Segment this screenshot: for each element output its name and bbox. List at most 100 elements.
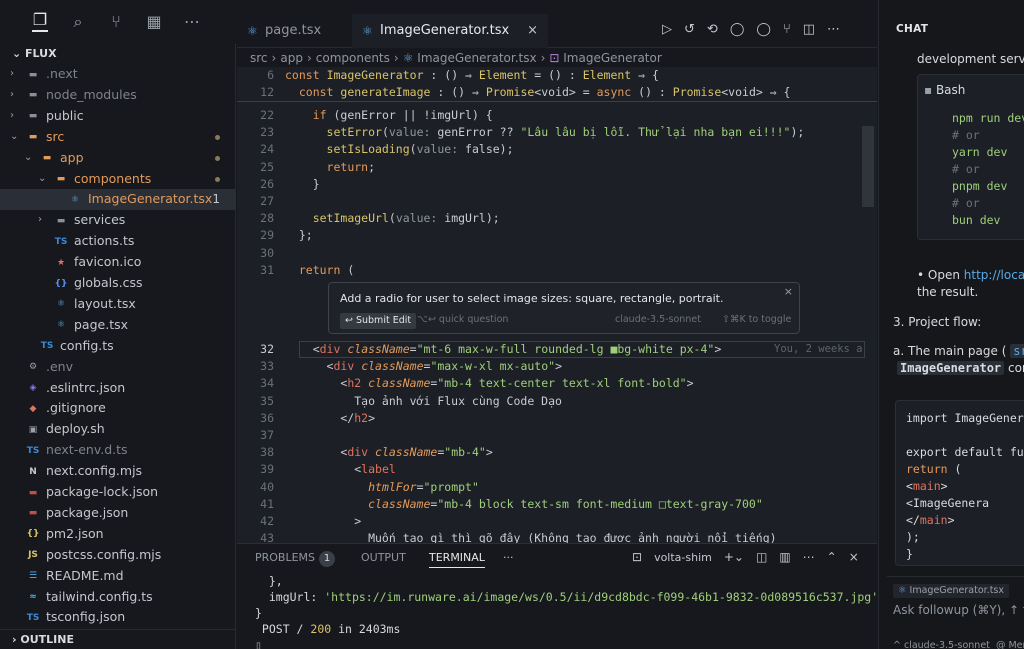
back-icon[interactable]: ⟲ (707, 22, 718, 37)
trash-icon[interactable]: ▥ (779, 550, 790, 564)
tree-item-label: next-env.d.ts (46, 442, 128, 458)
line-number: 41 (260, 496, 274, 511)
chat-heading: 3. Project flow: (893, 315, 982, 329)
explorer-root[interactable]: ⌄ FLUX (0, 44, 235, 64)
tree-item-label: tailwind.config.ts (46, 588, 153, 604)
code-line: setIsLoading(value: false); (326, 142, 514, 157)
more-icon[interactable]: ⋯ (803, 550, 815, 564)
tree-item-label: deploy.sh (46, 421, 105, 437)
terminal-icon: ⊡ (632, 550, 643, 564)
tree-item[interactable]: ⚙ .env (0, 357, 236, 378)
folder-icon: ▬ (28, 90, 38, 101)
breadcrumb-file[interactable]: ImageGenerator.tsx (417, 51, 536, 65)
tree-item[interactable]: ⌄ ▬ src (0, 127, 236, 148)
bash-line: # or (952, 128, 980, 142)
tree-item[interactable]: {} globals.css (0, 273, 236, 294)
bash-line: # or (952, 196, 980, 210)
close-tab-icon[interactable]: × (527, 14, 538, 48)
tree-item[interactable]: › ▬ node_modules (0, 85, 236, 106)
forward-icon[interactable]: ◯ (730, 22, 745, 37)
tree-item-label: page.tsx (74, 316, 129, 332)
panel-more-icon[interactable]: ··· (503, 551, 514, 564)
localhost-link[interactable]: http://loca (964, 268, 1024, 282)
code-line: setError(value: genError ?? "Lâu lâu bị … (326, 125, 805, 140)
tree-item[interactable]: ◈ .eslintrc.json (0, 378, 236, 399)
tab-output[interactable]: OUTPUT (361, 551, 406, 564)
outline-section[interactable]: › OUTLINE (0, 629, 236, 649)
tab-problems[interactable]: PROBLEMS 1 (255, 551, 336, 567)
compare-icon[interactable]: ◯ (756, 22, 771, 37)
breadcrumb-symbol[interactable]: ImageGenerator (563, 51, 662, 65)
source-control-icon[interactable]: ⑂ (108, 14, 124, 30)
tree-item[interactable]: ≈ tailwind.config.ts (0, 587, 236, 608)
breadcrumb-app[interactable]: app (280, 51, 303, 65)
split-editor-icon[interactable]: ◫ (803, 22, 815, 37)
line-number: 30 (260, 245, 274, 260)
tree-item[interactable]: ◆ .gitignore (0, 398, 236, 419)
tree-item[interactable]: ⚛ ImageGenerator.tsx 1 (0, 189, 236, 211)
tree-item[interactable]: › ▬ public (0, 106, 236, 127)
tree-item[interactable]: ▣ deploy.sh (0, 419, 236, 440)
files-icon[interactable]: ❐ (32, 12, 48, 32)
terminal-shell-name[interactable]: volta-shim (654, 551, 712, 564)
tree-item[interactable]: TS tsconfig.json (0, 607, 236, 628)
tree-item[interactable]: TS next-env.d.ts (0, 440, 236, 461)
bottom-panel: PROBLEMS 1 OUTPUT TERMINAL ··· ⊡ volta-sh… (237, 543, 878, 649)
close-prompt-icon[interactable]: × (784, 285, 793, 298)
tree-item[interactable]: {} pm2.json (0, 524, 236, 545)
tab-terminal[interactable]: TERMINAL (429, 551, 485, 568)
tree-item[interactable]: TS actions.ts (0, 231, 236, 252)
tree-item[interactable]: › ▬ services (0, 210, 236, 231)
tree-item[interactable]: Nnext.config.mjs (0, 461, 236, 482)
sticky-code-line: const ImageGenerator : () ⇒ Element = ()… (285, 68, 659, 82)
code-line: className="mb-4 block text-sm font-mediu… (368, 496, 763, 511)
breadcrumb-components[interactable]: components (316, 51, 390, 65)
editor-scrollbar[interactable] (862, 126, 874, 207)
extensions-icon[interactable]: ▦ (146, 14, 162, 30)
split-terminal-icon[interactable]: ◫ (756, 550, 767, 564)
tree-item[interactable]: JS postcss.config.mjs (0, 545, 236, 566)
tree-item[interactable]: ⚛ page.tsx (0, 315, 236, 336)
tw-file-icon: ≈ (29, 592, 37, 602)
code-line: <div className="mt-6 max-w-full rounded-… (285, 342, 722, 356)
code-block-line: ); (906, 530, 920, 544)
more-icon[interactable]: ⋯ (184, 14, 200, 30)
tree-item[interactable]: ★ favicon.ico (0, 252, 236, 273)
npm-file-icon: ▬ (28, 487, 38, 498)
tree-item[interactable]: › ▬ .next (0, 64, 236, 85)
line-number: 38 (260, 445, 274, 460)
branch-icon[interactable]: ⑂ (783, 22, 791, 37)
search-icon[interactable]: ⌕ (70, 14, 86, 30)
history-icon[interactable]: ↺ (684, 22, 695, 37)
code-block-line: <main> (906, 479, 948, 493)
chevron-down-icon: ⌄ (38, 172, 47, 184)
close-panel-icon[interactable]: × (849, 550, 859, 564)
tree-item[interactable]: ⚛ layout.tsx (0, 294, 236, 315)
code-line: Muốn tạo gì thì gõ đây (Không tạo được ả… (285, 531, 777, 543)
run-icon[interactable]: ▷ (662, 22, 672, 37)
tab-page-tsx[interactable]: ⚛ page.tsx (237, 14, 352, 48)
chat-model-selector[interactable]: ^ claude-3.5-sonnet @ Men (893, 640, 1024, 649)
tab-image-generator[interactable]: ⚛ ImageGenerator.tsx × (352, 14, 548, 48)
prompt-input[interactable]: Add a radio for user to select image siz… (340, 292, 723, 305)
ts-file-icon: TS (54, 236, 68, 247)
quick-question-button[interactable]: ⌥↩ quick question (417, 314, 508, 325)
tree-item[interactable]: ☰ README.md (0, 566, 236, 587)
context-chip[interactable]: ⚛ ImageGenerator.tsx (893, 584, 1009, 598)
maximize-icon[interactable]: ⌃ (827, 550, 837, 564)
model-selector[interactable]: claude-3.5-sonnet (615, 314, 701, 325)
submit-edit-button[interactable]: ↩ Submit Edit (340, 313, 417, 329)
tree-item[interactable]: ▬ package.json (0, 503, 236, 524)
new-terminal-icon[interactable]: +⌄ (724, 550, 744, 564)
tree-item-label: globals.css (74, 275, 143, 290)
tree-item[interactable]: TS config.ts (0, 336, 236, 357)
tree-item[interactable]: ▬ package-lock.json (0, 482, 236, 503)
code-line: > (285, 514, 362, 528)
tree-item[interactable]: ⌄ ▬ app (0, 148, 236, 169)
chat-input[interactable]: Ask followup (⌘Y), ↑ to (893, 603, 1024, 617)
tree-item[interactable]: ⌄ ▬ components (0, 169, 236, 190)
breadcrumb-src[interactable]: src (250, 51, 268, 65)
line-number: 32 (260, 342, 274, 356)
more-actions-icon[interactable]: ⋯ (827, 22, 840, 37)
code-block-line: return ( (906, 462, 962, 476)
